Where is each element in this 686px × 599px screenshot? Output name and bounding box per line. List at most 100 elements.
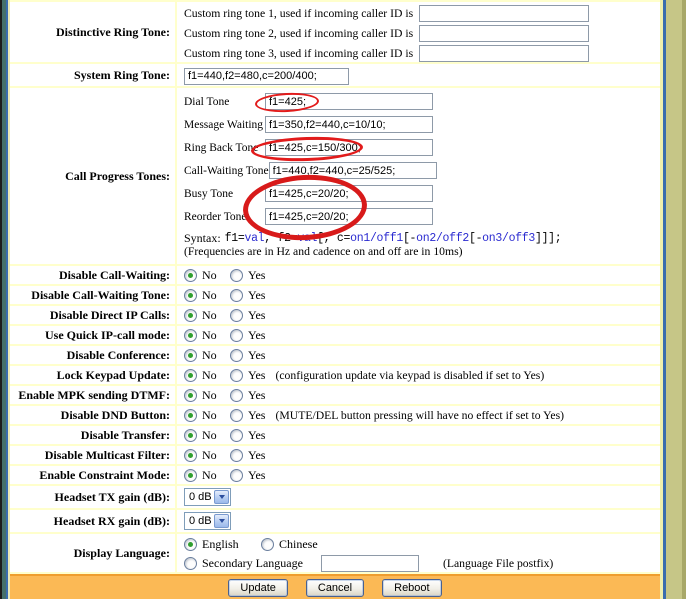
display-language-label: Display Language: <box>10 534 175 572</box>
language-chinese-radio[interactable] <box>261 538 274 551</box>
lock-keypad-update-note: (configuration update via keypad is disa… <box>275 369 544 382</box>
chevron-down-icon[interactable] <box>214 514 229 528</box>
no-option-label: No <box>202 468 230 483</box>
device-config-page: Distinctive Ring Tone: Custom ring tone … <box>0 0 686 599</box>
row-system-ring-tone: System Ring Tone: <box>10 64 660 88</box>
enable-mpk-sending-dtmf-no-radio[interactable] <box>184 389 197 402</box>
row-call-progress-tones: Call Progress Tones: Dial Tone Message W… <box>10 88 660 266</box>
disable-direct-ip-calls-label: Disable Direct IP Calls: <box>10 306 175 324</box>
lock-keypad-update-yes-radio[interactable] <box>230 369 243 382</box>
yes-option-label: Yes <box>248 308 265 323</box>
dial-tone-input[interactable] <box>265 93 433 110</box>
use-quick-ip-call-mode-label: Use Quick IP-call mode: <box>10 326 175 344</box>
call-waiting-tone-name: Call-Waiting Tone <box>184 165 269 177</box>
no-option-label: No <box>202 368 230 383</box>
disable-call-waiting-tone-no-radio[interactable] <box>184 289 197 302</box>
language-english-radio[interactable] <box>184 538 197 551</box>
custom-ring-tone-3-input[interactable] <box>419 45 589 62</box>
yes-option-label: Yes <box>248 268 265 283</box>
system-ring-tone-input[interactable] <box>184 68 349 85</box>
no-option-label: No <box>202 308 230 323</box>
disable-call-waiting-no-radio[interactable] <box>184 269 197 282</box>
yes-option-label: Yes <box>248 288 265 303</box>
enable-mpk-sending-dtmf-yes-radio[interactable] <box>230 389 243 402</box>
update-button[interactable]: Update <box>228 579 287 597</box>
action-bar: Update Cancel Reboot <box>10 574 660 599</box>
language-secondary-radio[interactable] <box>184 557 197 570</box>
row-enable-constraint-mode: Enable Constraint Mode: No Yes <box>10 466 660 486</box>
headset-rx-gain-select[interactable]: 0 dB <box>184 512 231 530</box>
disable-call-waiting-tone-yes-radio[interactable] <box>230 289 243 302</box>
enable-mpk-sending-dtmf-label: Enable MPK sending DTMF: <box>10 386 175 404</box>
no-option-label: No <box>202 328 230 343</box>
disable-direct-ip-calls-yes-radio[interactable] <box>230 309 243 322</box>
disable-transfer-no-radio[interactable] <box>184 429 197 442</box>
custom-ring-tone-1-input[interactable] <box>419 5 589 22</box>
message-waiting-name: Message Waiting <box>184 119 265 131</box>
disable-dnd-button-no-radio[interactable] <box>184 409 197 422</box>
chevron-down-icon[interactable] <box>214 490 229 504</box>
custom-ring-tone-3-text: Custom ring tone 3, used if incoming cal… <box>184 47 413 60</box>
busy-tone-name: Busy Tone <box>184 188 265 200</box>
message-waiting-input[interactable] <box>265 116 433 133</box>
distinctive-ring-tone-label: Distinctive Ring Tone: <box>10 2 175 62</box>
headset-tx-gain-label: Headset TX gain (dB): <box>10 486 175 508</box>
disable-multicast-filter-no-radio[interactable] <box>184 449 197 462</box>
no-option-label: No <box>202 388 230 403</box>
yes-option-label: Yes <box>248 348 265 363</box>
disable-dnd-button-label: Disable DND Button: <box>10 406 175 424</box>
custom-ring-tone-2-input[interactable] <box>419 25 589 42</box>
row-disable-conference: Disable Conference: No Yes <box>10 346 660 366</box>
no-option-label: No <box>202 448 230 463</box>
headset-tx-gain-select[interactable]: 0 dB <box>184 488 231 506</box>
use-quick-ip-call-mode-yes-radio[interactable] <box>230 329 243 342</box>
right-border-stripe <box>666 0 682 599</box>
headset-rx-gain-label: Headset RX gain (dB): <box>10 510 175 532</box>
secondary-language-input[interactable] <box>321 555 419 572</box>
dial-tone-name: Dial Tone <box>184 96 265 108</box>
no-option-label: No <box>202 348 230 363</box>
disable-dnd-button-yes-radio[interactable] <box>230 409 243 422</box>
row-distinctive-ring-tone: Distinctive Ring Tone: Custom ring tone … <box>10 0 660 64</box>
yes-option-label: Yes <box>248 328 265 343</box>
disable-conference-label: Disable Conference: <box>10 346 175 364</box>
yes-option-label: Yes <box>248 388 265 403</box>
enable-constraint-mode-label: Enable Constraint Mode: <box>10 466 175 484</box>
ring-back-tone-input[interactable] <box>265 139 433 156</box>
disable-call-waiting-yes-radio[interactable] <box>230 269 243 282</box>
busy-tone-input[interactable] <box>265 185 433 202</box>
lock-keypad-update-no-radio[interactable] <box>184 369 197 382</box>
yes-option-label: Yes <box>248 368 265 383</box>
settings-table: Distinctive Ring Tone: Custom ring tone … <box>10 0 660 599</box>
yes-option-label: Yes <box>248 428 265 443</box>
language-english-label: English <box>202 537 244 552</box>
yes-option-label: Yes <box>248 448 265 463</box>
reboot-button[interactable]: Reboot <box>382 579 441 597</box>
call-progress-tones-label: Call Progress Tones: <box>10 88 175 264</box>
disable-transfer-yes-radio[interactable] <box>230 429 243 442</box>
yes-option-label: Yes <box>248 408 265 423</box>
row-display-language: Display Language: English Chinese Second… <box>10 534 660 574</box>
disable-call-waiting-tone-label: Disable Call-Waiting Tone: <box>10 286 175 304</box>
reorder-tone-name: Reorder Tone <box>184 211 265 223</box>
disable-direct-ip-calls-no-radio[interactable] <box>184 309 197 322</box>
row-disable-call-waiting: Disable Call-Waiting: No Yes <box>10 266 660 286</box>
language-chinese-label: Chinese <box>279 537 318 552</box>
disable-conference-yes-radio[interactable] <box>230 349 243 362</box>
custom-ring-tone-2-text: Custom ring tone 2, used if incoming cal… <box>184 27 413 40</box>
call-waiting-tone-input[interactable] <box>269 162 437 179</box>
row-headset-tx-gain: Headset TX gain (dB): 0 dB <box>10 486 660 510</box>
enable-constraint-mode-yes-radio[interactable] <box>230 469 243 482</box>
use-quick-ip-call-mode-no-radio[interactable] <box>184 329 197 342</box>
cancel-button[interactable]: Cancel <box>306 579 364 597</box>
no-option-label: No <box>202 268 230 283</box>
language-secondary-label: Secondary Language <box>202 556 303 571</box>
reorder-tone-input[interactable] <box>265 208 433 225</box>
yes-option-label: Yes <box>248 468 265 483</box>
system-ring-tone-label: System Ring Tone: <box>10 64 175 86</box>
disable-conference-no-radio[interactable] <box>184 349 197 362</box>
disable-multicast-filter-yes-radio[interactable] <box>230 449 243 462</box>
enable-constraint-mode-no-radio[interactable] <box>184 469 197 482</box>
row-disable-direct-ip-calls: Disable Direct IP Calls: No Yes <box>10 306 660 326</box>
headset-tx-gain-value: 0 dB <box>189 491 212 503</box>
